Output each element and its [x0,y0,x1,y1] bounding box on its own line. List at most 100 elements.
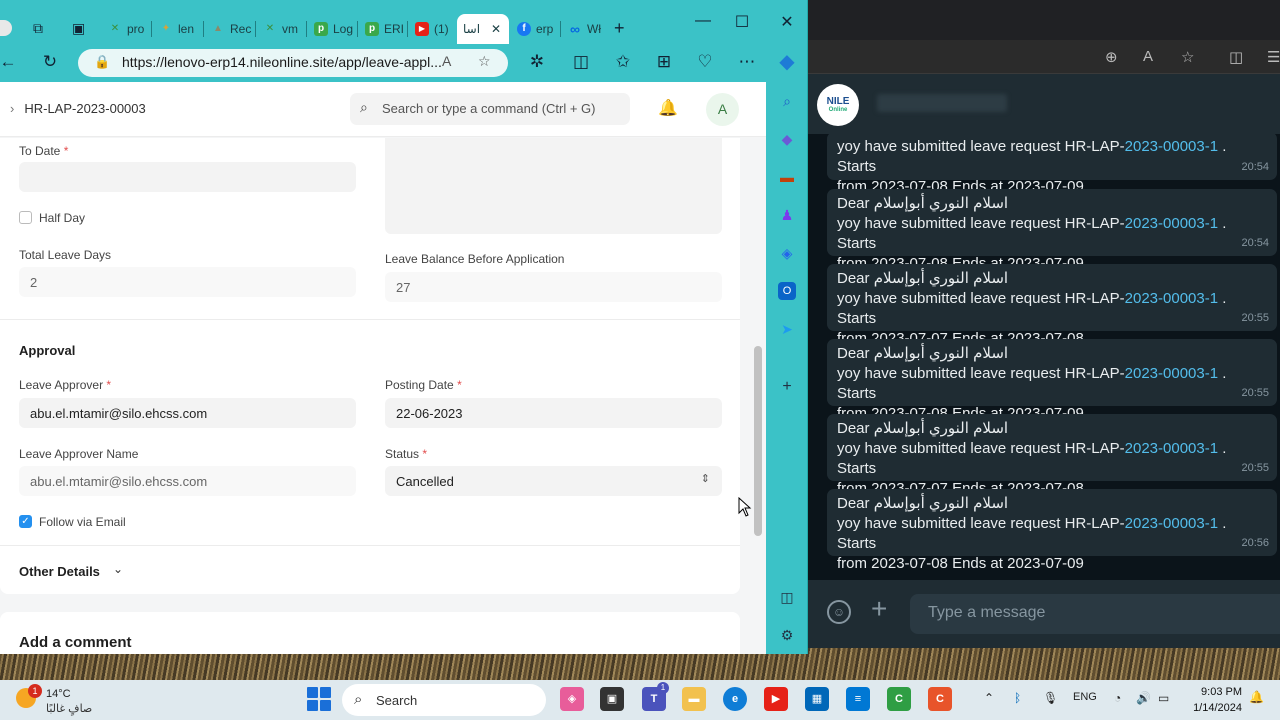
bluetooth-icon[interactable]: ᛒ [1014,691,1021,705]
chevron-down-icon[interactable]: ⌄ [113,562,123,576]
tab-len[interactable]: ✦ len [153,14,201,44]
tab-rec[interactable]: ▲ Rec [205,14,253,44]
favorite-star-icon[interactable]: ☆ [1181,48,1194,66]
tab-meta[interactable]: ∞ Wł [562,14,610,44]
tab-actions-icon[interactable]: ▣ [72,20,85,37]
leave-approver-field[interactable]: abu.el.mtamir@silo.ehcss.com [19,398,356,428]
send-icon[interactable]: ➤ [778,320,796,338]
microsoft365-icon[interactable]: ◈ [778,244,796,262]
read-aloud-icon[interactable]: A [1143,48,1153,65]
favorite-star-icon[interactable]: ☆ [478,53,491,70]
edge-icon[interactable]: e [723,687,747,711]
outlook-icon[interactable]: O [778,282,796,300]
refresh-icon[interactable]: ↻ [38,52,62,72]
close-window-icon[interactable]: ✕ [772,12,802,32]
split-screen-icon[interactable]: ◫ [1229,48,1243,66]
reason-textarea[interactable] [385,138,722,234]
split-screen-icon[interactable]: ◫ [569,52,593,72]
settings-gear-icon[interactable]: ⚙ [778,626,796,644]
tab-pro[interactable]: ✕ pro [102,14,150,44]
half-day-checkbox[interactable] [19,211,32,224]
camtasia-green-icon[interactable]: C [887,687,911,711]
notification-bell-icon[interactable]: 🔔 [658,98,678,118]
close-tab-icon[interactable]: ✕ [491,22,501,36]
user-avatar[interactable]: A [706,93,739,126]
page-scrollbar[interactable] [754,346,762,536]
store-icon[interactable]: ▦ [805,687,829,711]
message-link[interactable]: 2023-00003-1 [1125,515,1218,532]
message-link[interactable]: 2023-00003-1 [1125,440,1218,457]
emoji-icon[interactable]: ☺ [827,600,851,624]
breadcrumb-current[interactable]: HR-LAP-2023-00003 [24,101,145,116]
message-link[interactable]: 2023-00003-1 [1125,215,1218,232]
posting-date-field[interactable]: 22-06-2023 [385,398,722,428]
contact-name-blurred[interactable] [877,94,1007,112]
taskbar-clock[interactable]: 9:03 PM 1/14/2024 [1180,684,1242,716]
back-icon[interactable]: ← [0,52,20,72]
wifi-icon[interactable]: ◔ [1114,691,1121,705]
weather-widget[interactable]: 1 14°C صافٍ غالبًا [16,684,116,718]
start-button[interactable] [307,687,331,711]
clock-date: 1/14/2024 [1193,702,1242,714]
volume-icon[interactable]: 🔊 [1136,691,1151,705]
tab-youtube[interactable]: ▶ (1) [409,14,455,44]
task-view-icon[interactable]: ▣ [600,687,624,711]
tab-vm[interactable]: ✕ vm [257,14,305,44]
taskbar-search[interactable]: ⌕ Search [342,684,546,716]
message-input[interactable]: Type a message [910,594,1280,634]
tab-label: Log [333,22,354,36]
address-bar[interactable]: 🔒 https://lenovo-erp14.nileonline.site/a… [78,49,508,77]
to-date-field[interactable] [19,162,356,192]
tab-favicon-icon: ✦ [161,23,171,34]
status-select[interactable]: Cancelled ⇕ [385,466,722,496]
zoom-icon[interactable]: ⊕ [1105,48,1118,66]
tab-log[interactable]: p Log [308,14,356,44]
search-icon[interactable]: ⌕ [778,92,796,110]
favorites-icon[interactable]: ✩ [611,52,635,72]
command-search-input[interactable]: ⌕ Search or type a command (Ctrl + G) [350,93,630,125]
games-icon[interactable]: ♟ [778,206,796,224]
tab-eri[interactable]: p ERI [359,14,407,44]
tools-icon[interactable]: ▬ [778,168,796,186]
workspaces-icon[interactable]: ⧉ [33,20,43,37]
favorites-icon[interactable]: ☰ [1267,48,1280,66]
other-details-section-title[interactable]: Other Details [19,564,100,579]
battery-icon[interactable]: ▭ [1158,691,1169,705]
maximize-icon[interactable]: ☐ [727,12,757,32]
notification-bell-icon[interactable]: 🔔 [1249,690,1264,704]
message-text: yoy have submitted leave request HR-LAP- [837,138,1125,155]
profile-icon[interactable] [0,20,12,36]
hide-sidebar-icon[interactable]: ◫ [778,588,796,606]
new-tab-icon[interactable]: + [614,18,625,39]
contact-avatar[interactable]: NILE Online [817,84,859,126]
tab-active[interactable]: اسا ✕ [457,14,509,44]
add-sidebar-app-icon[interactable]: + [778,378,796,396]
browser-essentials-icon[interactable]: ♡ [693,52,717,72]
more-options-icon[interactable]: ⋯ [735,52,759,72]
message-link[interactable]: 2023-00003-1 [1125,290,1218,307]
youtube-icon[interactable]: ▶ [764,687,788,711]
extensions-icon[interactable]: ✲ [525,52,549,72]
chat-header: NILE Online [805,74,1280,134]
required-mark: * [422,447,428,461]
shopping-tag-icon[interactable]: ◆ [778,130,796,148]
tray-chevron-icon[interactable]: ⌃ [984,691,994,705]
message-link[interactable]: 2023-00003-1 [1125,138,1218,155]
minimize-icon[interactable]: — [688,12,718,30]
message-link[interactable]: 2023-00003-1 [1125,365,1218,382]
follow-via-email-checkbox[interactable]: ✓ [19,515,32,528]
attach-plus-icon[interactable]: + [871,594,887,624]
camtasia-red-icon[interactable]: C [928,687,952,711]
read-aloud-icon[interactable]: A [442,53,451,69]
copilot-pre-icon[interactable]: ◈ [560,687,584,711]
notepad-icon[interactable]: ≡ [846,687,870,711]
tab-erp-facebook[interactable]: f erp [511,14,559,44]
file-explorer-icon[interactable]: ▬ [682,687,706,711]
collections-icon[interactable]: ⊞ [652,52,676,72]
microphone-icon[interactable]: 🎙 [1043,691,1058,705]
copilot-icon[interactable]: ◆ [775,49,799,74]
message-text: yoy have submitted leave request HR-LAP- [837,515,1125,532]
lock-icon[interactable]: 🔒 [94,54,110,70]
tab-separator [560,21,561,37]
language-indicator[interactable]: ENG [1073,691,1097,703]
